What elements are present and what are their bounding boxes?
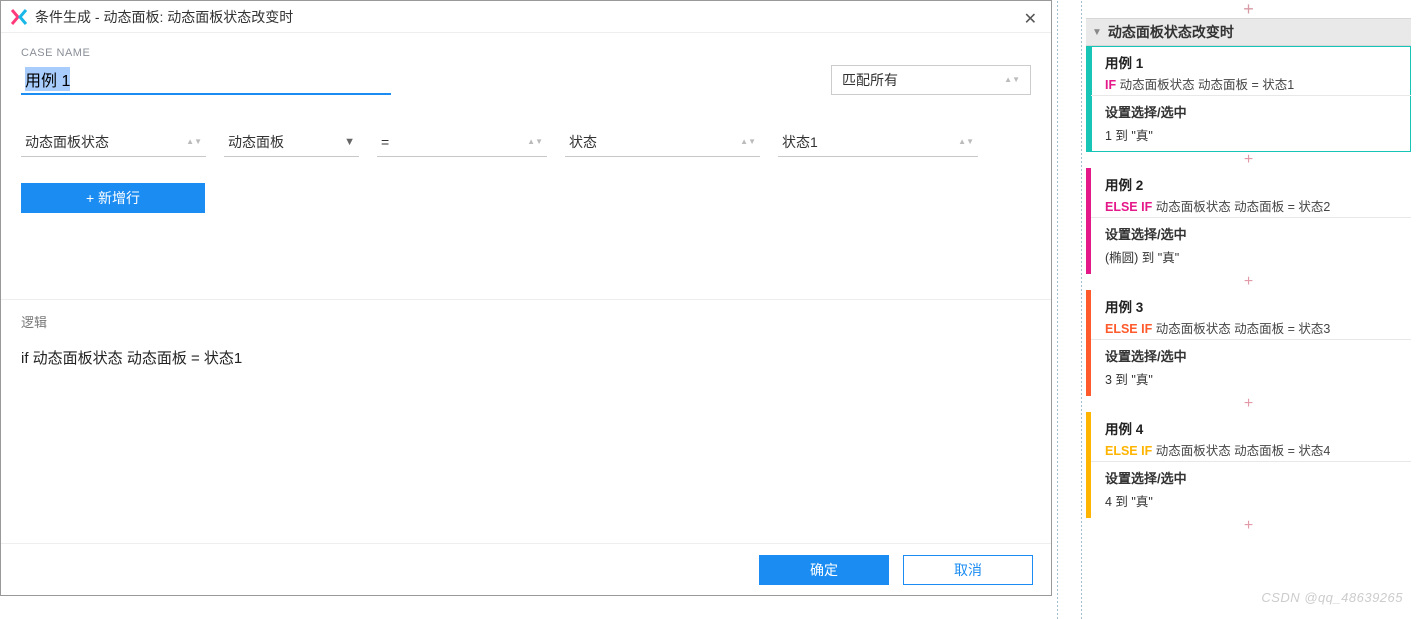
case-block[interactable]: 用例 1 IF 动态面板状态 动态面板 = 状态1 设置选择/选中 1 到 "真"	[1086, 46, 1411, 152]
dialog-titlebar: 条件生成 - 动态面板: 动态面板状态改变时 ✕	[1, 1, 1051, 33]
case-body: 设置选择/选中 (椭圆) 到 "真"	[1091, 217, 1411, 274]
case-body: 设置选择/选中 4 到 "真"	[1091, 461, 1411, 518]
updown-icon: ▲▼	[527, 139, 543, 145]
case-title: 用例 3	[1105, 296, 1399, 316]
case-title: 用例 2	[1105, 174, 1399, 194]
case-title: 用例 4	[1105, 418, 1399, 438]
add-row-button[interactable]: + 新增行	[21, 183, 205, 213]
cond-value-type-select[interactable]: 状态▲▼	[565, 127, 760, 157]
ruler-gutter	[1056, 0, 1084, 619]
triangle-down-icon: ▼	[344, 136, 355, 148]
cond-operator-select[interactable]: =▲▼	[377, 127, 547, 157]
case-block[interactable]: 用例 2 ELSE IF 动态面板状态 动态面板 = 状态2 设置选择/选中 (椭圆)…	[1086, 168, 1411, 274]
updown-icon: ▲▼	[740, 139, 756, 145]
logic-label: 逻辑	[21, 312, 1031, 331]
watermark: CSDN @qq_48639265	[1261, 590, 1403, 605]
action-title: 设置选择/选中	[1105, 102, 1399, 121]
action-title: 设置选择/选中	[1105, 224, 1399, 243]
interactions-panel: + ▼ 动态面板状态改变时 用例 1 IF 动态面板状态 动态面板 = 状态1 设置…	[1056, 0, 1417, 619]
case-condition: ELSE IF 动态面板状态 动态面板 = 状态2	[1105, 196, 1399, 215]
add-case-button[interactable]: +	[1086, 518, 1411, 534]
case-title: 用例 1	[1105, 52, 1399, 72]
case-body: 设置选择/选中 1 到 "真"	[1091, 95, 1411, 152]
updown-icon: ▲▼	[1004, 77, 1020, 83]
case-header: 用例 1 IF 动态面板状态 动态面板 = 状态1	[1091, 46, 1411, 95]
case-condition: IF 动态面板状态 动态面板 = 状态1	[1105, 74, 1399, 93]
match-select-value: 匹配所有	[842, 70, 898, 90]
condition-builder-dialog: 条件生成 - 动态面板: 动态面板状态改变时 ✕ CASE NAME 匹配所有 …	[0, 0, 1052, 596]
ok-button[interactable]: 确定	[759, 555, 889, 585]
action-detail: 1 到 "真"	[1105, 125, 1399, 144]
close-icon[interactable]: ✕	[1018, 7, 1043, 31]
case-condition: ELSE IF 动态面板状态 动态面板 = 状态3	[1105, 318, 1399, 337]
dialog-button-bar: 确定 取消	[1, 543, 1051, 595]
disclosure-triangle-icon: ▼	[1092, 27, 1102, 38]
case-name-input[interactable]	[21, 65, 391, 95]
cond-value-select[interactable]: 状态1▲▼	[778, 127, 978, 157]
cond-widget-select[interactable]: 动态面板▼	[224, 127, 359, 157]
action-detail: 3 到 "真"	[1105, 369, 1399, 388]
case-name-label: CASE NAME	[21, 47, 1031, 59]
case-header: 用例 2 ELSE IF 动态面板状态 动态面板 = 状态2	[1091, 168, 1411, 217]
cancel-button[interactable]: 取消	[903, 555, 1033, 585]
add-case-button[interactable]: +	[1086, 152, 1411, 168]
case-header: 用例 4 ELSE IF 动态面板状态 动态面板 = 状态4	[1091, 412, 1411, 461]
logic-text: if 动态面板状态 动态面板 = 状态1	[21, 347, 1031, 368]
updown-icon: ▲▼	[186, 139, 202, 145]
app-logo-icon	[11, 9, 27, 25]
action-title: 设置选择/选中	[1105, 346, 1399, 365]
case-block[interactable]: 用例 3 ELSE IF 动态面板状态 动态面板 = 状态3 设置选择/选中 3 到 …	[1086, 290, 1411, 396]
add-case-button[interactable]: +	[1086, 274, 1411, 290]
case-block[interactable]: 用例 4 ELSE IF 动态面板状态 动态面板 = 状态4 设置选择/选中 4 到 …	[1086, 412, 1411, 518]
add-event-button[interactable]: +	[1086, 0, 1411, 18]
match-select[interactable]: 匹配所有 ▲▼	[831, 65, 1031, 95]
condition-row: 动态面板状态▲▼ 动态面板▼ =▲▼ 状态▲▼ 状态1▲▼	[21, 127, 1031, 157]
case-condition: ELSE IF 动态面板状态 动态面板 = 状态4	[1105, 440, 1399, 459]
updown-icon: ▲▼	[958, 139, 974, 145]
dialog-title: 条件生成 - 动态面板: 动态面板状态改变时	[35, 7, 293, 27]
action-title: 设置选择/选中	[1105, 468, 1399, 487]
cond-field-type-select[interactable]: 动态面板状态▲▼	[21, 127, 206, 157]
logic-section: 逻辑 if 动态面板状态 动态面板 = 状态1	[1, 299, 1051, 543]
case-body: 设置选择/选中 3 到 "真"	[1091, 339, 1411, 396]
case-header: 用例 3 ELSE IF 动态面板状态 动态面板 = 状态3	[1091, 290, 1411, 339]
event-header[interactable]: ▼ 动态面板状态改变时	[1086, 18, 1411, 46]
action-detail: (椭圆) 到 "真"	[1105, 247, 1399, 266]
add-case-button[interactable]: +	[1086, 396, 1411, 412]
action-detail: 4 到 "真"	[1105, 491, 1399, 510]
